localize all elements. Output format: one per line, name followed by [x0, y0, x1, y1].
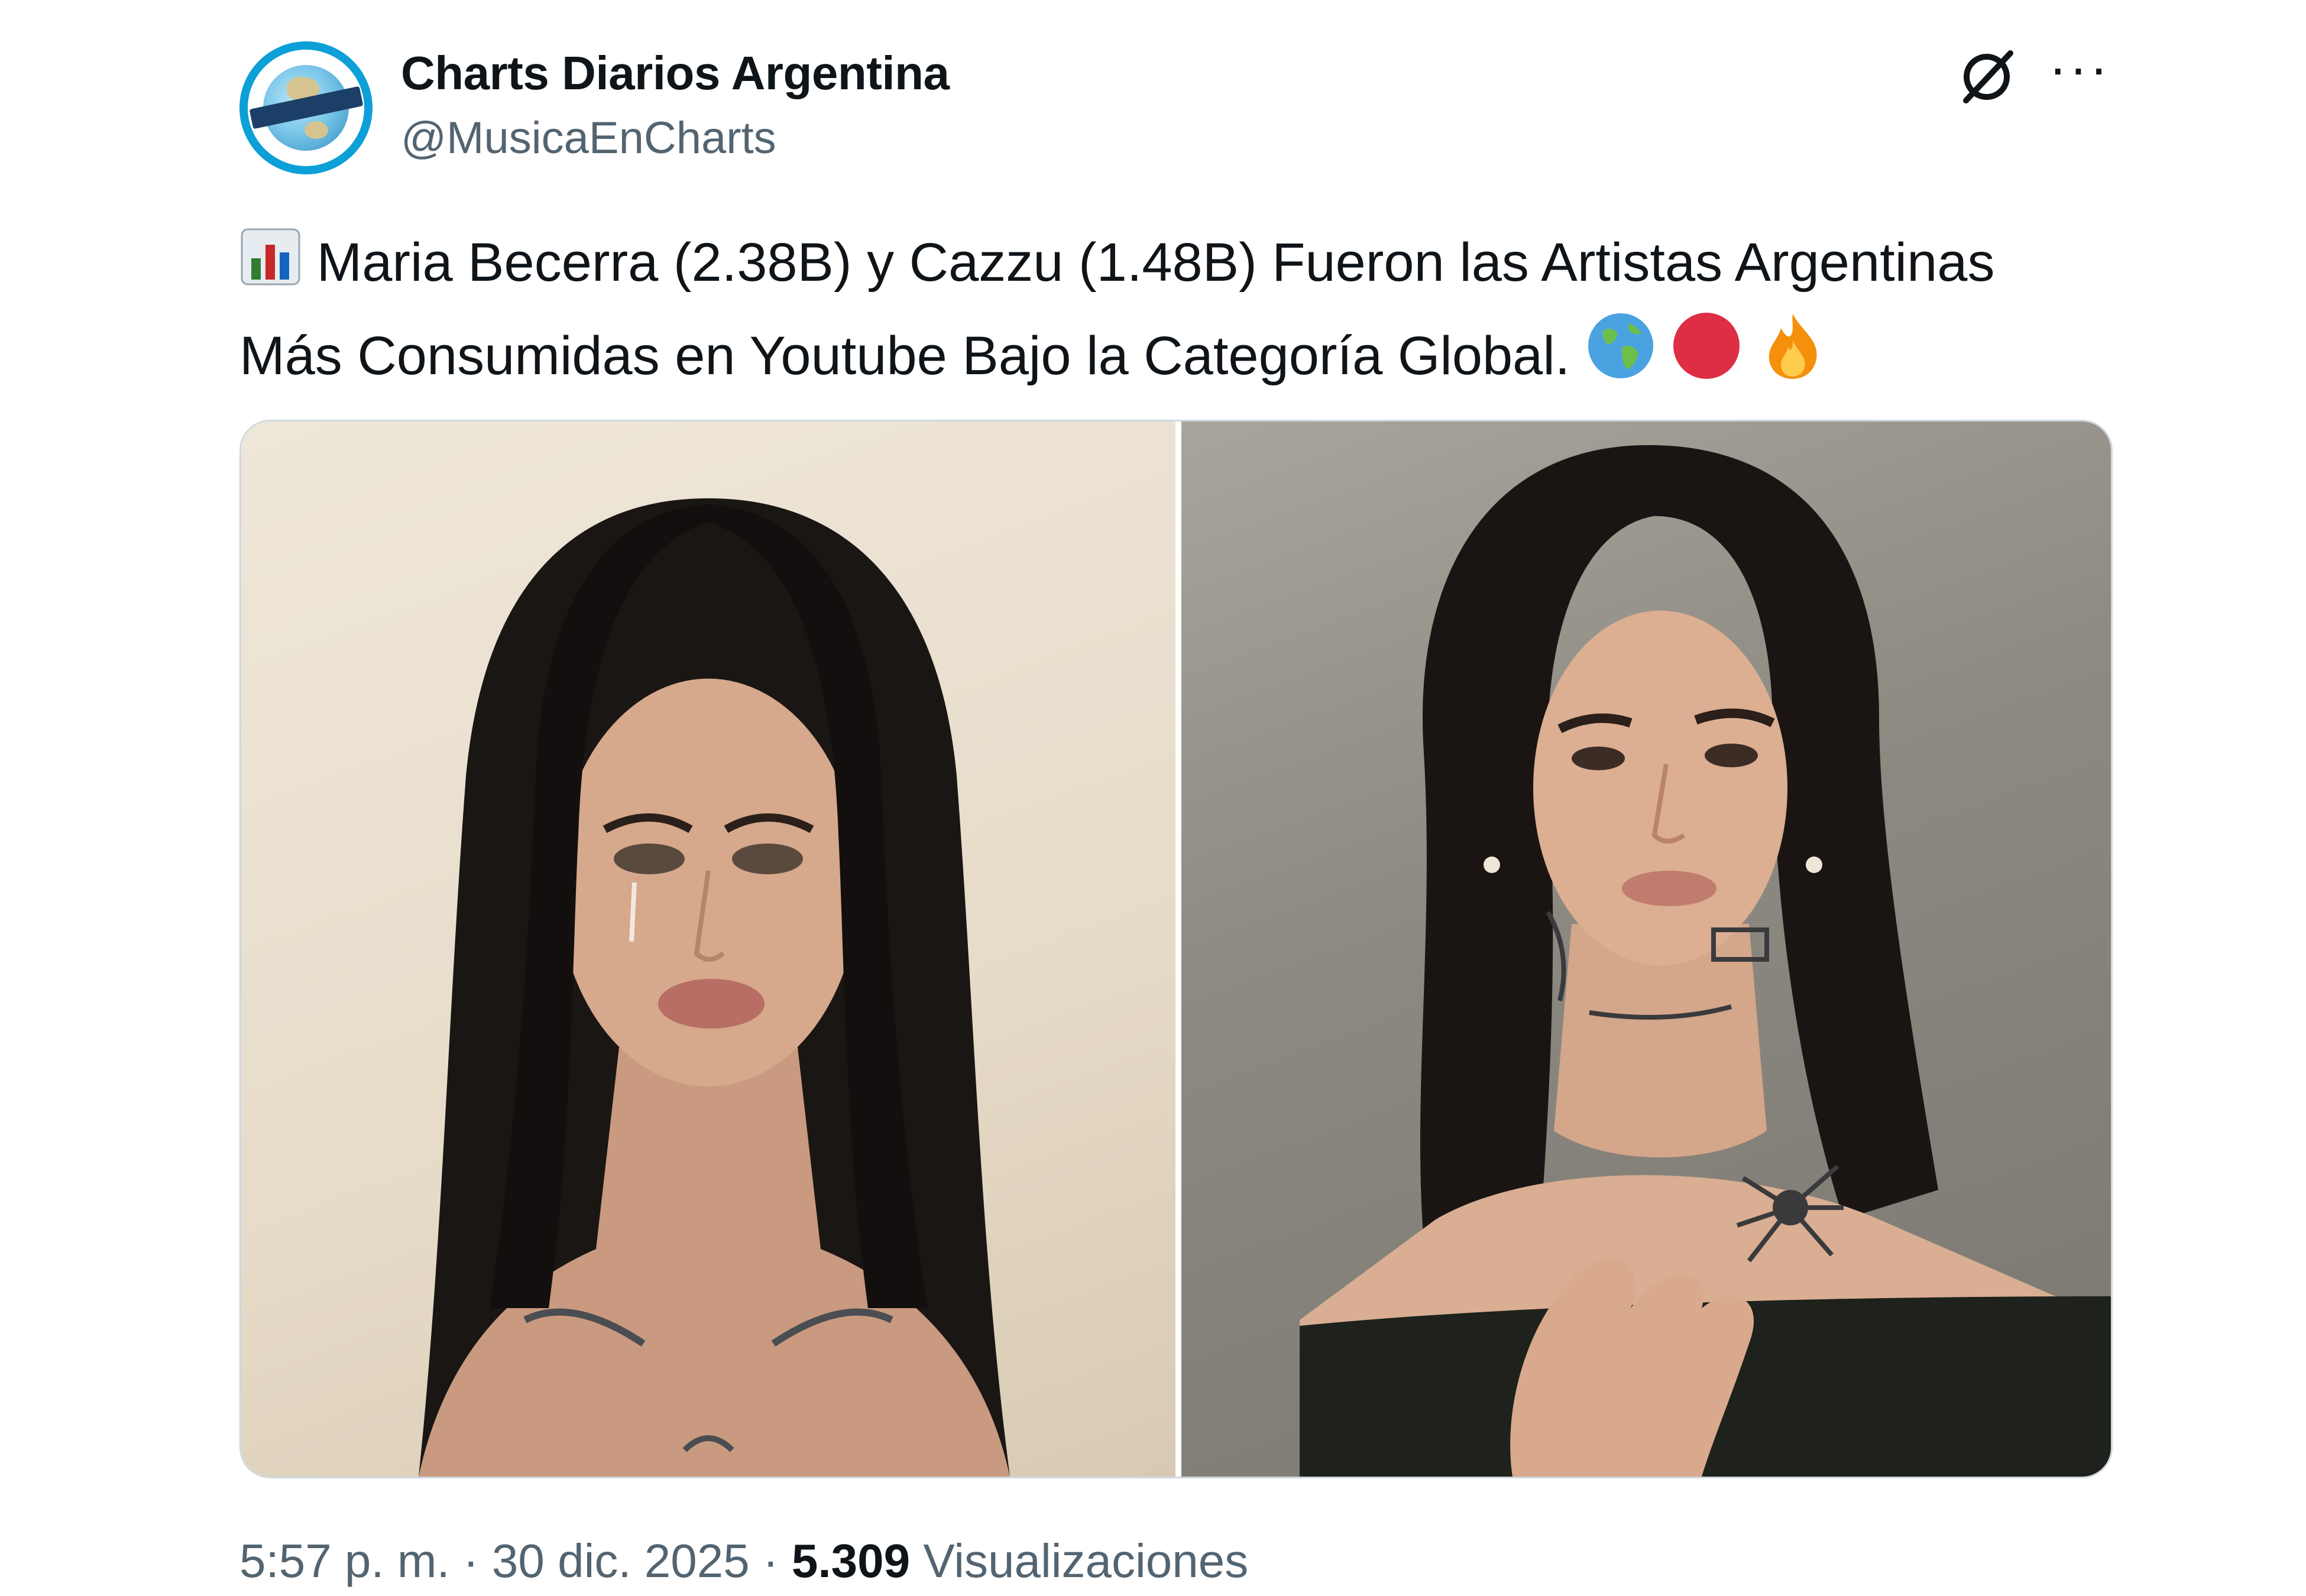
media-divider [1175, 421, 1181, 1477]
tweet-date[interactable]: 30 dic. 2025 [492, 1535, 750, 1587]
bar-chart-icon [239, 226, 302, 310]
tweet-line-2: Más Consumidas en Youtube Bajo la Catego… [239, 310, 2132, 404]
views-label: Visualizaciones [923, 1535, 1249, 1587]
author-handle[interactable]: @MusicaEnCharts [401, 112, 776, 164]
photo-left[interactable] [241, 421, 1175, 1477]
tweet-line-1-text: Maria Becerra (2.38B) y Cazzu (1.48B) Fu… [316, 232, 1995, 293]
tweet-line-1: Maria Becerra (2.38B) y Cazzu (1.48B) Fu… [239, 222, 2132, 310]
photo-right[interactable] [1181, 421, 2111, 1477]
avatar[interactable] [239, 41, 373, 174]
author-name[interactable]: Charts Diarios Argentina [401, 46, 950, 100]
more-options-button[interactable]: ··· [2047, 35, 2112, 100]
media-grid[interactable] [239, 420, 2113, 1478]
tweet-line-2-text: Más Consumidas en Youtube Bajo la Catego… [239, 326, 1570, 386]
tweet-text: Maria Becerra (2.38B) y Cazzu (1.48B) Fu… [239, 222, 2132, 404]
red-circle-icon [1671, 310, 1742, 404]
fire-icon [1757, 310, 1828, 404]
globe-icon [1585, 310, 1656, 404]
tweet-metadata: 5:57 p. m. · 30 dic. 2025 · 5.309 Visual… [239, 1534, 1248, 1588]
tweet-time[interactable]: 5:57 p. m. [239, 1535, 450, 1587]
grok-icon[interactable] [1954, 44, 2019, 109]
separator-dot: · [462, 1535, 479, 1587]
views-count: 5.309 [791, 1535, 911, 1587]
separator-dot-2: · [763, 1535, 779, 1587]
avatar-continent-shape-2 [305, 121, 328, 139]
